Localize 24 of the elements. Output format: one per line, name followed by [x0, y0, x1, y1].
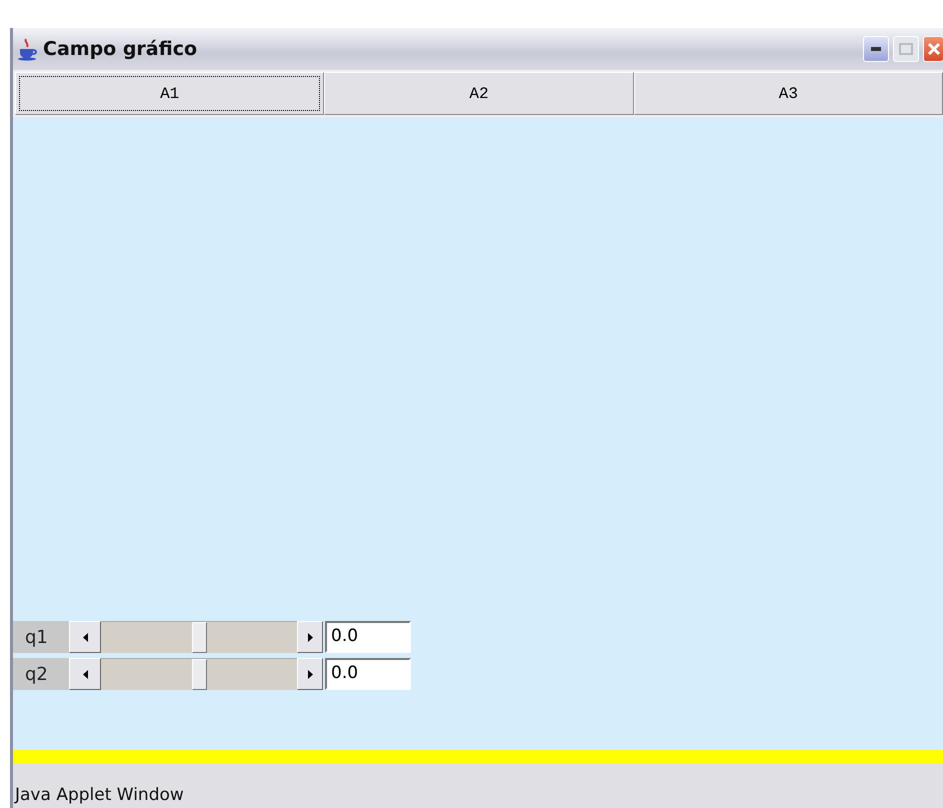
slider-label: q2: [13, 658, 69, 690]
right-arrow-icon: [308, 632, 312, 642]
left-arrow-icon: [82, 670, 88, 678]
value-field[interactable]: 0.0: [325, 658, 411, 690]
scrollbar-thumb[interactable]: [192, 622, 207, 653]
left-arrow-icon: [82, 632, 88, 642]
scroll-left-button[interactable]: [69, 658, 101, 690]
minimize-icon: [871, 47, 881, 51]
scrollbar-thumb[interactable]: [192, 659, 207, 690]
tab-button[interactable]: A3: [634, 72, 943, 115]
close-button[interactable]: [923, 36, 943, 62]
scroll-right-button[interactable]: [297, 621, 323, 653]
scroll-right-button[interactable]: [297, 658, 323, 690]
minimize-button[interactable]: [863, 36, 889, 62]
window-title: Campo gráfico: [43, 36, 198, 62]
maximize-icon: [899, 43, 913, 55]
tab-button[interactable]: A1: [15, 72, 324, 115]
scroll-left-button[interactable]: [69, 621, 101, 653]
close-icon: [926, 42, 940, 56]
right-arrow-icon: [308, 670, 312, 678]
coffee-cup-icon: [17, 37, 39, 61]
tab-button[interactable]: A2: [324, 72, 634, 115]
slider-label: q1: [13, 621, 69, 653]
value-field[interactable]: 0.0: [325, 621, 411, 653]
